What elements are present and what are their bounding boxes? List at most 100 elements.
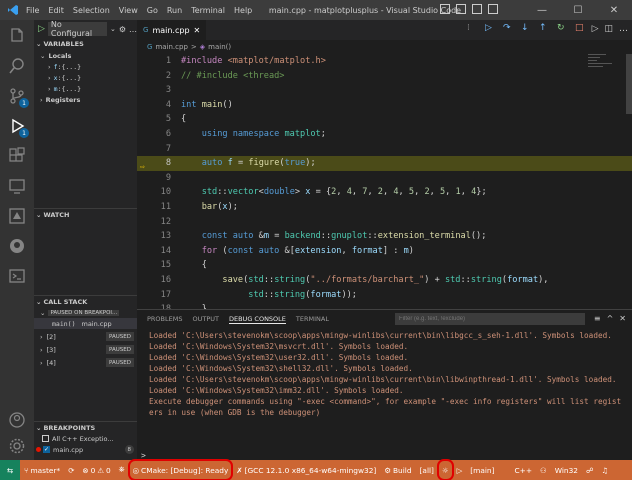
code-line[interactable]: 11 bar(x); [137, 200, 632, 215]
line-number[interactable]: 10 [147, 185, 171, 200]
step-into-icon[interactable]: ↓ [521, 23, 531, 37]
line-number[interactable]: 4 [147, 98, 171, 113]
variable-x[interactable]: › x: {...} [34, 72, 137, 83]
stack-frame-main[interactable]: main() main.cpp [34, 318, 137, 329]
toggle-sidebar-icon[interactable] [440, 4, 450, 14]
code-line[interactable]: 8 auto f = figure(true); ⇨ [137, 156, 632, 171]
start-debugging-icon[interactable]: ▷ [38, 24, 45, 34]
clear-console-icon[interactable]: ≡ [594, 314, 601, 323]
line-number[interactable]: 16 [147, 273, 171, 288]
remote-indicator[interactable]: ⇆ [0, 460, 20, 480]
code-line[interactable]: 10 std::vector<double> x = {2, 4, 7, 2, … [137, 185, 632, 200]
line-number[interactable]: 15 [147, 258, 171, 273]
restart-icon[interactable]: ↻ [557, 23, 567, 37]
split-editor-icon[interactable]: ◫ [604, 24, 613, 34]
toggle-secondary-sidebar-icon[interactable] [472, 4, 482, 14]
toggle-panel-icon[interactable] [456, 4, 466, 14]
callstack-header[interactable]: ⌄ CALL STACK [34, 295, 137, 307]
line-number[interactable]: 9 [147, 171, 171, 186]
code-line[interactable]: 5{ [137, 112, 632, 127]
sync-button[interactable]: ⟳ [64, 460, 78, 480]
continue-icon[interactable]: ▷ [485, 23, 495, 37]
cmake-run-button[interactable]: ▷ [453, 460, 467, 480]
minimap[interactable] [588, 54, 618, 94]
menu-edit[interactable]: Edit [48, 6, 64, 15]
line-number[interactable]: 11 [147, 200, 171, 215]
code-line[interactable]: 9 [137, 171, 632, 186]
build-target[interactable]: [all] [416, 460, 438, 480]
customize-layout-icon[interactable] [488, 4, 498, 14]
line-number[interactable]: 13 [147, 229, 171, 244]
thread-3[interactable]: › [3] PAUSED [34, 344, 137, 355]
tab-output[interactable]: OUTPUT [192, 315, 219, 323]
cmake-kit[interactable]: ✗ [GCC 12.1.0 x86_64-w64-mingw32] [232, 460, 380, 480]
code-line[interactable]: 12 [137, 215, 632, 230]
menu-go[interactable]: Go [147, 6, 158, 15]
variables-header[interactable]: ⌄ VARIABLES [34, 38, 137, 50]
line-number[interactable]: 5 [147, 112, 171, 127]
code-line[interactable]: 14 for (const auto &[extension, format] … [137, 244, 632, 259]
tab-terminal[interactable]: TERMINAL [296, 315, 329, 323]
thread-4[interactable]: › [4] PAUSED [34, 357, 137, 368]
settings-gear-icon[interactable] [5, 434, 29, 458]
explorer-icon[interactable] [5, 24, 29, 48]
launch-config-select[interactable]: No Configural [47, 20, 107, 38]
source-control-icon[interactable]: 1 [5, 84, 29, 108]
checkbox-checked[interactable]: ✓ [43, 446, 50, 453]
code-line[interactable]: 16 save(std::string("../formats/barchart… [137, 273, 632, 288]
code-line[interactable]: 3 [137, 83, 632, 98]
close-panel-icon[interactable]: ✕ [619, 314, 626, 323]
extensions-icon[interactable] [5, 144, 29, 168]
settings-icon[interactable]: ⚙ [119, 25, 126, 34]
menu-terminal[interactable]: Terminal [191, 6, 225, 15]
close-window-button[interactable]: ✕ [596, 0, 632, 20]
menu-selection[interactable]: Selection [73, 6, 110, 15]
line-number[interactable]: 3 [147, 83, 171, 98]
breakpoint-main-cpp[interactable]: ✓ main.cpp 8 [34, 444, 137, 455]
cmake-icon[interactable] [5, 204, 29, 228]
menu-view[interactable]: View [119, 6, 138, 15]
step-out-icon[interactable]: ↑ [539, 23, 549, 37]
code-line[interactable]: 15 { [137, 258, 632, 273]
line-number[interactable]: 7 [147, 142, 171, 157]
github-icon[interactable] [5, 234, 29, 258]
line-number[interactable]: 14 [147, 244, 171, 259]
maximize-button[interactable]: ☐ [560, 0, 596, 20]
drag-handle-icon[interactable]: ⁞ [467, 23, 477, 37]
platform-indicator[interactable]: Win32 [551, 460, 582, 480]
notifications-bell-icon[interactable]: ♫ [597, 460, 612, 480]
config-chevron-icon[interactable]: ⌄ [110, 25, 116, 33]
line-number[interactable]: 8 [147, 156, 171, 171]
more-actions-icon[interactable]: … [129, 25, 137, 34]
code-line[interactable]: 4 int main() [137, 98, 632, 113]
terminal-icon[interactable] [5, 264, 29, 288]
code-editor[interactable]: 1 #include <matplot/matplot.h> 2 // #includ… [137, 54, 632, 329]
search-icon[interactable] [5, 54, 29, 78]
thread-2[interactable]: › [2] PAUSED [34, 331, 137, 342]
line-number[interactable]: 17 [147, 288, 171, 303]
debug-status-icon[interactable]: ⛯ [115, 460, 129, 480]
tab-debug-console[interactable]: DEBUG CONSOLE [228, 315, 286, 324]
branch-indicator[interactable]: ⑂ master* [20, 460, 64, 480]
line-number[interactable]: 2 [147, 69, 171, 84]
line-number[interactable]: 6 [147, 127, 171, 142]
step-over-icon[interactable]: ↷ [503, 23, 513, 37]
minimize-button[interactable]: — [524, 0, 560, 20]
breakpoint-all-cpp-exceptions[interactable]: All C++ Exceptio... [34, 433, 137, 444]
tab-main-cpp[interactable]: G main.cpp ✕ [137, 20, 207, 40]
code-line[interactable]: 2 // #include <thread> [137, 69, 632, 84]
paused-thread[interactable]: ⌄ PAUSED ON BREAKPOI... [34, 307, 137, 318]
code-line[interactable]: 7 [137, 142, 632, 157]
line-number[interactable]: 1 [147, 54, 171, 69]
build-button[interactable]: ⚙ Build [380, 460, 415, 480]
maximize-panel-icon[interactable]: ^ [607, 314, 614, 323]
more-icon[interactable]: … [619, 24, 628, 34]
run-file-icon[interactable]: ▷ [592, 24, 599, 34]
variable-f[interactable]: › f: {...} [34, 61, 137, 72]
menu-run[interactable]: Run [167, 6, 182, 15]
language-mode[interactable]: C++ [511, 460, 537, 480]
close-tab-icon[interactable]: ✕ [194, 26, 201, 35]
variable-m[interactable]: › m: {...} [34, 83, 137, 94]
checkbox-unchecked[interactable] [42, 435, 49, 442]
menu-file[interactable]: File [26, 6, 39, 15]
